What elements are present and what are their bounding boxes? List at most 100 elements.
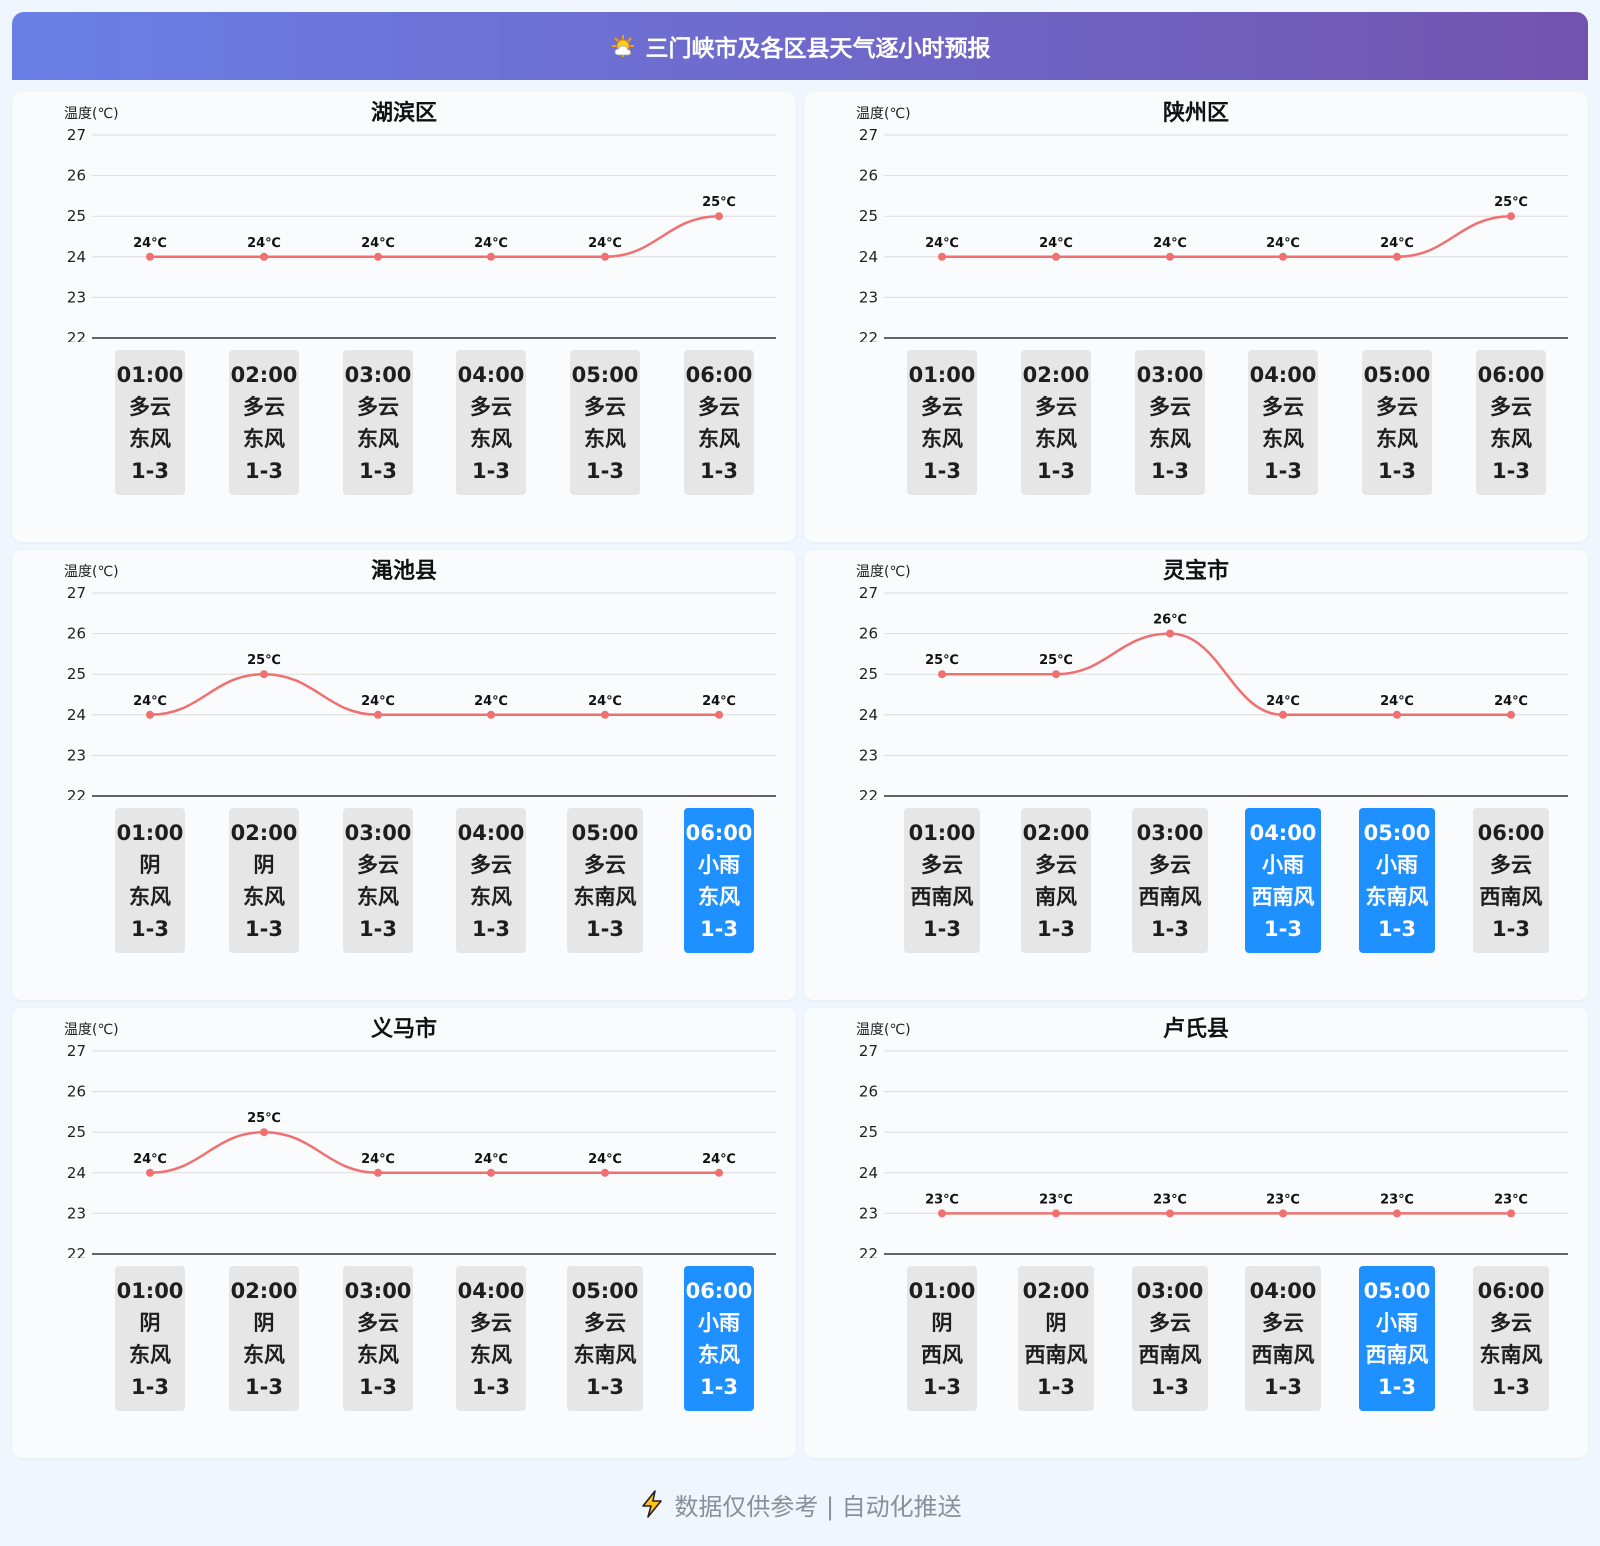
data-point[interactable] bbox=[1279, 252, 1287, 261]
data-point[interactable] bbox=[1507, 212, 1515, 221]
page-header: 三门峡市及各区县天气逐小时预报 bbox=[12, 12, 1588, 80]
hour-time: 02:00 bbox=[230, 1278, 298, 1303]
data-point[interactable] bbox=[1507, 1209, 1515, 1218]
hour-time: 05:00 bbox=[1363, 1278, 1431, 1303]
data-label: 23℃ bbox=[1494, 1192, 1528, 1207]
data-point[interactable] bbox=[1393, 252, 1401, 261]
lightning-icon bbox=[642, 1490, 663, 1518]
data-point[interactable] bbox=[1507, 710, 1515, 719]
data-point[interactable] bbox=[487, 252, 495, 261]
hourly-forecast-row: 01:00 阴西风 1-3 02:00 阴西南风 1-3 03:00 多云 西南风 1-3 04:0… bbox=[804, 1266, 1588, 1411]
hour-weather: 多云 bbox=[1035, 852, 1077, 877]
y-axis-label: 温度(℃) bbox=[64, 1022, 119, 1038]
hour-time: 01:00 bbox=[908, 1278, 976, 1303]
data-point[interactable] bbox=[715, 212, 723, 221]
hour-wind: 东南风 bbox=[1365, 884, 1429, 909]
data-point[interactable] bbox=[260, 1128, 268, 1137]
region-card: 温度(℃) 灵宝市 22 23 24 25 26 27 25℃ 25℃ 26℃ 24℃ 24℃ 24℃ 01… bbox=[804, 550, 1588, 1000]
chart-title: 义马市 bbox=[371, 1016, 437, 1042]
data-point[interactable] bbox=[1279, 1209, 1287, 1218]
hour-weather: 阴 bbox=[139, 1310, 161, 1335]
data-point[interactable] bbox=[374, 1168, 382, 1177]
y-tick-label: 24 bbox=[859, 1164, 878, 1182]
hourly-forecast-row: 01:00 多云 西南风 1-3 02:00 多云 南风 1-3 03:00 多云 西南风 1-3 04… bbox=[804, 808, 1588, 953]
hour-wind: 东风 bbox=[470, 884, 512, 909]
data-point[interactable] bbox=[1052, 252, 1060, 261]
hour-weather: 阴 bbox=[1045, 1310, 1067, 1335]
hour-level: 1-3 bbox=[359, 458, 397, 483]
y-axis-label: 温度(℃) bbox=[856, 564, 911, 580]
hour-card: 04:00 多云 东风 1-3 bbox=[456, 1266, 526, 1411]
hour-wind: 东风 bbox=[357, 884, 399, 909]
hour-card: 01:00 多云 东风 1-3 bbox=[907, 350, 977, 495]
hour-level: 1-3 bbox=[1378, 916, 1416, 941]
hour-level: 1-3 bbox=[700, 1374, 738, 1399]
hour-card: 05:00 多云 东风 1-3 bbox=[1362, 350, 1432, 495]
data-point[interactable] bbox=[487, 710, 495, 719]
y-tick-label: 24 bbox=[859, 706, 878, 724]
y-tick-label: 22 bbox=[67, 329, 86, 342]
data-point[interactable] bbox=[938, 670, 946, 679]
y-tick-label: 23 bbox=[67, 1204, 86, 1222]
data-point[interactable] bbox=[146, 252, 154, 261]
hour-time: 06:00 bbox=[1477, 1278, 1545, 1303]
hour-time: 06:00 bbox=[685, 1278, 753, 1303]
data-point[interactable] bbox=[715, 710, 723, 719]
temperature-chart: 温度(℃) 湖滨区 22 23 24 25 26 27 24℃ 24℃ 24℃ 24℃ 24℃ 25℃ bbox=[64, 100, 776, 342]
hour-wind: 西南风 bbox=[1024, 1342, 1088, 1367]
data-point[interactable] bbox=[938, 252, 946, 261]
chart-title: 陕州区 bbox=[1163, 101, 1229, 126]
hour-wind: 东风 bbox=[698, 426, 740, 451]
data-label: 25℃ bbox=[247, 653, 281, 668]
data-point[interactable] bbox=[146, 1168, 154, 1177]
hour-weather: 多云 bbox=[584, 852, 626, 877]
data-label: 24℃ bbox=[588, 236, 622, 251]
data-point[interactable] bbox=[374, 252, 382, 261]
hour-time: 01:00 bbox=[908, 362, 976, 387]
data-point[interactable] bbox=[260, 670, 268, 679]
y-tick-label: 22 bbox=[859, 329, 878, 342]
data-point[interactable] bbox=[601, 710, 609, 719]
data-point[interactable] bbox=[601, 1168, 609, 1177]
data-point[interactable] bbox=[601, 252, 609, 261]
hourly-forecast-row: 01:00 阴东风 1-3 02:00 阴东风 1-3 03:00 多云 东风 1-3 04:00 多… bbox=[12, 808, 796, 953]
data-point[interactable] bbox=[146, 710, 154, 719]
data-point[interactable] bbox=[1166, 629, 1174, 638]
y-tick-label: 25 bbox=[67, 1123, 86, 1141]
hour-wind: 东风 bbox=[243, 1342, 285, 1367]
data-point[interactable] bbox=[1166, 252, 1174, 261]
hour-weather: 多云 bbox=[1149, 394, 1191, 419]
data-label: 24℃ bbox=[133, 1152, 167, 1167]
data-label: 24℃ bbox=[588, 1152, 622, 1167]
data-point[interactable] bbox=[374, 710, 382, 719]
data-point[interactable] bbox=[1393, 1209, 1401, 1218]
hour-card: 02:00 多云 东风 1-3 bbox=[1021, 350, 1091, 495]
hour-card: 05:00 小雨 西南风 1-3 bbox=[1359, 1266, 1435, 1411]
temperature-line bbox=[149, 214, 720, 259]
data-point[interactable] bbox=[715, 1168, 723, 1177]
hour-wind: 西南风 bbox=[1138, 884, 1202, 909]
hour-wind: 东风 bbox=[698, 884, 740, 909]
hour-weather: 多云 bbox=[1490, 1310, 1532, 1335]
data-point[interactable] bbox=[1166, 1209, 1174, 1218]
temperature-chart: 温度(℃) 义马市 22 23 24 25 26 27 24℃ 25℃ 24℃ 24℃ 24℃ 24℃ bbox=[64, 1016, 776, 1258]
data-point[interactable] bbox=[487, 1168, 495, 1177]
hour-card: 03:00 多云 东风 1-3 bbox=[343, 808, 413, 953]
hour-level: 1-3 bbox=[131, 458, 169, 483]
hour-wind: 西南风 bbox=[1251, 884, 1315, 909]
hour-card: 01:00 阴西风 1-3 bbox=[907, 1266, 977, 1411]
data-point[interactable] bbox=[938, 1209, 946, 1218]
chart-title: 渑池县 bbox=[371, 559, 437, 584]
y-tick-label: 26 bbox=[859, 1083, 878, 1101]
data-point[interactable] bbox=[1052, 670, 1060, 679]
data-point[interactable] bbox=[1393, 710, 1401, 719]
data-point[interactable] bbox=[260, 252, 268, 261]
data-point[interactable] bbox=[1052, 1209, 1060, 1218]
hour-level: 1-3 bbox=[472, 1374, 510, 1399]
y-tick-label: 25 bbox=[859, 1123, 878, 1141]
hour-card: 02:00 阴东风 1-3 bbox=[229, 1266, 299, 1411]
data-point[interactable] bbox=[1279, 710, 1287, 719]
hour-wind: 东南风 bbox=[1479, 1342, 1543, 1367]
data-label: 24℃ bbox=[133, 236, 167, 251]
data-label: 25℃ bbox=[925, 653, 959, 668]
